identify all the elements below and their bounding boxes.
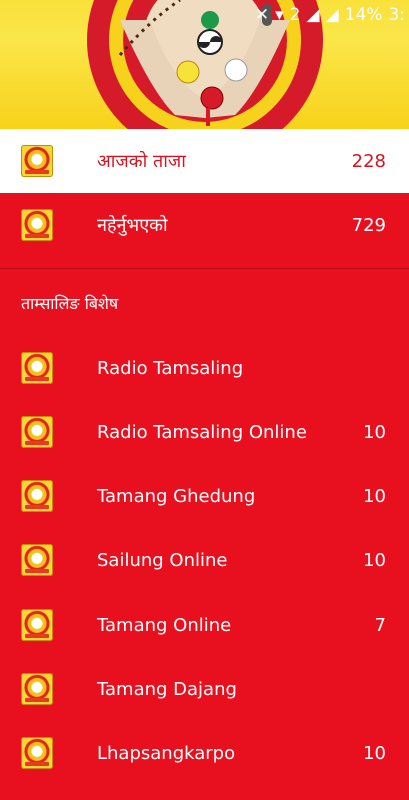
list-item-label: Tamang Ghedung (97, 485, 256, 507)
signal-icon: ◢ (306, 5, 320, 25)
app-logo-icon (21, 673, 53, 705)
signal-icon-2: ◢ (325, 5, 339, 25)
list-item[interactable]: Tamang Ghedung 10 (0, 464, 409, 528)
list-item-label: Sailung Online (97, 549, 228, 571)
list-item-label: Tamang Online (97, 614, 232, 636)
list-item-count: 10 (363, 549, 386, 571)
nav-item-unread[interactable]: नहेर्नुभएको 729 (0, 193, 409, 257)
app-logo-icon (21, 416, 53, 448)
app-logo-icon (21, 480, 53, 512)
list-item-count: 7 (374, 614, 386, 636)
list-item-label: Radio Tamsaling Online (97, 421, 307, 443)
list-item[interactable]: Tamang Online 7 (0, 593, 409, 657)
list-item[interactable]: Radio Tamsaling Online 10 (0, 400, 409, 464)
list-item-count: 10 (363, 485, 386, 507)
list-item[interactable]: Tamang Dajang (0, 657, 409, 721)
clock: 3: (388, 5, 405, 25)
list-item-label: Tamang Dajang (97, 678, 237, 700)
mute-icon: ✕ (254, 5, 270, 25)
list-item-label: Radio Tamsaling (97, 357, 244, 379)
list-item-label: Lhapsangkarpo (97, 742, 236, 764)
list-item[interactable]: Sailung Online 10 (0, 528, 409, 592)
nav-item-label: आजको ताजा (97, 151, 186, 172)
list-item[interactable]: Lhapsangkarpo 10 (0, 721, 409, 785)
wifi-icon: ▾ (275, 5, 284, 25)
list-item-count: 10 (363, 742, 386, 764)
app-logo-icon (21, 352, 53, 384)
list-item-count: 10 (363, 421, 386, 443)
app-logo-icon (21, 737, 53, 769)
app-logo-icon (21, 609, 53, 641)
nav-item-label: नहेर्नुभएको (97, 215, 168, 236)
section-title: ताम्सालिङ बिशेष (21, 294, 119, 313)
list-item[interactable]: Radio Tamsaling (0, 336, 409, 400)
app-logo-icon (21, 544, 53, 576)
battery-level: 14% (344, 5, 383, 25)
status-bar: ✕ ▾ 2 ◢ ◢ 14% 3: (0, 0, 409, 30)
sim-2-icon: 2 (289, 5, 301, 25)
nav-item-latest[interactable]: आजको ताजा 228 (0, 129, 409, 193)
divider (0, 268, 409, 269)
nav-item-count: 729 (351, 214, 386, 236)
drawer-header: ✕ ▾ 2 ◢ ◢ 14% 3: (0, 0, 409, 129)
app-logo-icon (21, 145, 53, 177)
nav-item-count: 228 (351, 150, 386, 172)
app-logo-icon (21, 209, 53, 241)
